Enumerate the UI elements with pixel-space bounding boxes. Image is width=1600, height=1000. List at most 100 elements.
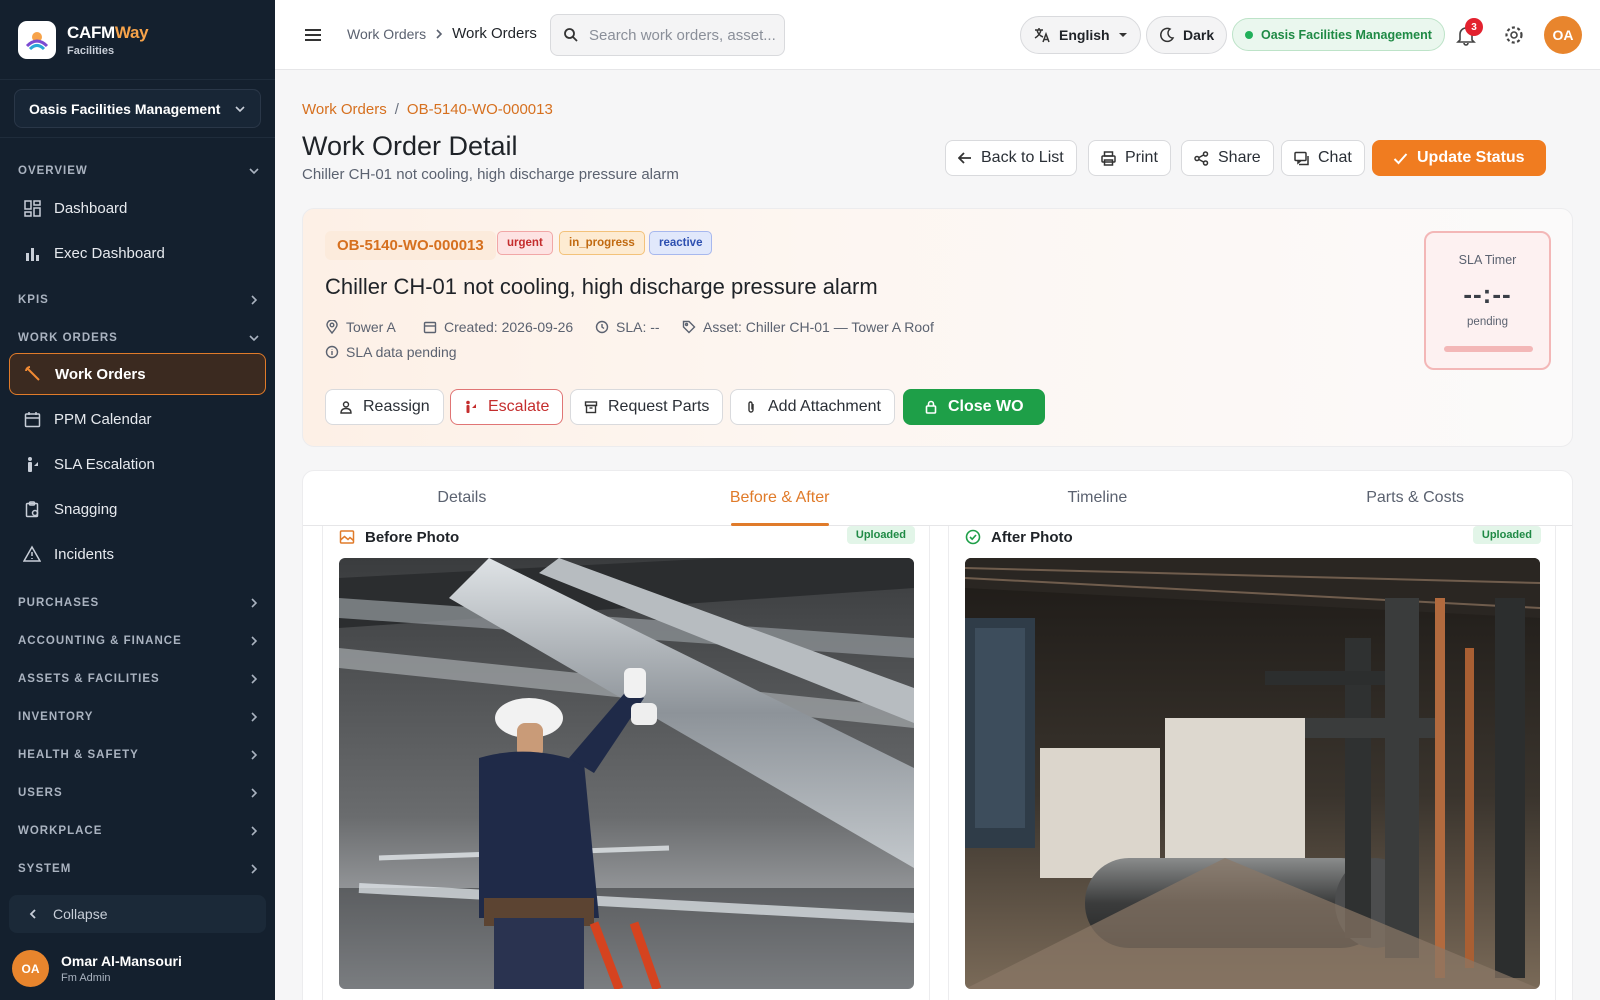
arrow-left-icon xyxy=(958,152,971,164)
sidebar-item-sla-escalation[interactable]: SLA Escalation xyxy=(9,443,266,485)
work-order-id: OB-5140-WO-000013 xyxy=(325,231,496,260)
chevron-right-icon xyxy=(251,750,258,760)
sla-progress-bar xyxy=(1444,346,1533,352)
nav-section-system[interactable]: SYSTEM xyxy=(18,863,260,875)
meta-asset: Asset: Chiller CH-01 — Tower A Roof xyxy=(682,319,934,335)
chevron-right-icon xyxy=(251,636,258,646)
sidebar-item-incidents[interactable]: Incidents xyxy=(9,533,266,575)
avatar[interactable]: OA xyxy=(1544,16,1582,54)
meta-sla-note: SLA data pending xyxy=(325,344,457,360)
escalation-icon xyxy=(22,454,42,474)
tab-details[interactable]: Details xyxy=(303,471,621,525)
tab-before-after[interactable]: Before & After xyxy=(621,471,939,525)
share-icon xyxy=(1194,150,1209,166)
add-attachment-button[interactable]: Add Attachment xyxy=(730,389,895,425)
brand-logo[interactable] xyxy=(18,20,56,59)
before-photo-image[interactable] xyxy=(339,558,914,989)
nav-section-accounting[interactable]: ACCOUNTING & FINANCE xyxy=(18,635,260,647)
sidebar-item-work-orders[interactable]: Work Orders xyxy=(9,353,266,395)
reassign-button[interactable]: Reassign xyxy=(325,389,444,425)
chevron-right-icon xyxy=(251,864,258,874)
tab-timeline[interactable]: Timeline xyxy=(939,471,1257,525)
request-parts-button[interactable]: Request Parts xyxy=(570,389,724,425)
sidebar-item-dashboard[interactable]: Dashboard xyxy=(9,187,266,229)
nav-section-overview[interactable]: OVERVIEW xyxy=(18,165,260,177)
after-upload-status-badge: Uploaded xyxy=(1472,526,1541,544)
brand: CAFMWay Facilities xyxy=(0,0,275,80)
org-selector[interactable]: Oasis Facilities Management xyxy=(14,89,261,128)
chevron-right-icon xyxy=(251,598,258,608)
translate-icon xyxy=(1034,28,1050,43)
sidebar-item-exec-dashboard[interactable]: Exec Dashboard xyxy=(9,232,266,274)
tab-bar: Details Before & After Timeline Parts & … xyxy=(303,471,1572,526)
gear-icon[interactable] xyxy=(1503,24,1525,46)
page-subtitle: Chiller CH-01 not cooling, high discharg… xyxy=(302,166,679,183)
before-photo-card: Before Photo Uploaded xyxy=(322,526,930,1000)
notification-count-badge: 3 xyxy=(1465,18,1483,36)
nav-section-work-orders[interactable]: WORK ORDERS xyxy=(18,332,260,344)
nav-section-users[interactable]: USERS xyxy=(18,787,260,799)
clock-icon xyxy=(595,320,609,334)
search-input[interactable] xyxy=(589,26,779,44)
nav-section-inventory[interactable]: INVENTORY xyxy=(18,711,260,723)
chevron-right-icon xyxy=(251,295,258,305)
image-icon xyxy=(339,530,355,544)
sidebar-item-snagging[interactable]: Snagging xyxy=(9,488,266,530)
theme-toggle[interactable]: Dark xyxy=(1146,16,1228,54)
printer-icon xyxy=(1101,150,1116,166)
tag-icon xyxy=(682,320,696,334)
menu-icon[interactable] xyxy=(303,25,323,45)
user-profile[interactable]: OA Omar Al-Mansouri Fm Admin xyxy=(12,950,182,987)
escalate-button[interactable]: Escalate xyxy=(450,389,564,425)
top-breadcrumb: Work Orders Work Orders xyxy=(347,25,537,42)
before-upload-status-badge: Uploaded xyxy=(846,526,915,544)
user-icon xyxy=(340,401,352,414)
user-name: Omar Al-Mansouri xyxy=(61,953,182,969)
chevron-down-icon xyxy=(249,335,259,342)
search-box[interactable] xyxy=(550,14,785,56)
org-selector-value: Oasis Facilities Management xyxy=(29,100,221,117)
crumb-parent[interactable]: Work Orders xyxy=(347,26,426,42)
nav-section-health-safety[interactable]: HEALTH & SAFETY xyxy=(18,749,260,761)
breadcrumb-id-link[interactable]: OB-5140-WO-000013 xyxy=(407,101,553,118)
priority-badge: urgent xyxy=(497,231,553,255)
after-photo-image[interactable] xyxy=(965,558,1540,989)
chat-button[interactable]: Chat xyxy=(1281,140,1365,176)
close-wo-button[interactable]: Close WO xyxy=(903,389,1045,425)
dashboard-icon xyxy=(22,198,42,218)
tab-parts-costs[interactable]: Parts & Costs xyxy=(1256,471,1572,525)
chevron-right-icon xyxy=(436,28,443,39)
sidebar-item-ppm-calendar[interactable]: PPM Calendar xyxy=(9,398,266,440)
user-role: Fm Admin xyxy=(61,972,111,984)
breadcrumb-separator: / xyxy=(394,101,399,118)
nav-section-assets[interactable]: ASSETS & FACILITIES xyxy=(18,673,260,685)
sla-timer-state: pending xyxy=(1467,316,1508,328)
chevron-right-icon xyxy=(251,712,258,722)
chevron-down-icon xyxy=(235,105,245,112)
breadcrumb-root-link[interactable]: Work Orders xyxy=(302,101,387,118)
print-button[interactable]: Print xyxy=(1088,140,1171,176)
chat-icon xyxy=(1294,151,1309,165)
org-status-badge[interactable]: Oasis Facilities Management xyxy=(1232,18,1445,51)
collapse-button[interactable]: Collapse xyxy=(9,895,266,933)
lock-icon xyxy=(925,400,937,414)
clipboard-icon xyxy=(22,499,42,519)
back-to-list-button[interactable]: Back to List xyxy=(945,140,1077,176)
nav-section-workplace[interactable]: WORKPLACE xyxy=(18,825,260,837)
sidebar: CAFMWay Facilities Oasis Facilities Mana… xyxy=(0,0,275,1000)
moon-icon xyxy=(1160,27,1175,43)
share-button[interactable]: Share xyxy=(1181,140,1274,176)
nav-section-kpis[interactable]: KPIS xyxy=(18,294,260,306)
chevron-left-icon xyxy=(29,909,36,919)
after-photo-title: After Photo xyxy=(991,528,1073,546)
location-pin-icon xyxy=(326,320,338,334)
update-status-button[interactable]: Update Status xyxy=(1372,140,1546,176)
chevron-right-icon xyxy=(251,826,258,836)
sla-timer-label: SLA Timer xyxy=(1458,253,1517,267)
calendar-icon xyxy=(22,409,42,429)
nav-section-purchases[interactable]: PURCHASES xyxy=(18,597,260,609)
sla-timer-value: --:-- xyxy=(1463,279,1512,309)
language-selector[interactable]: English xyxy=(1020,16,1141,54)
chevron-down-icon xyxy=(249,168,259,175)
detail-tabs-panel: Details Before & After Timeline Parts & … xyxy=(302,470,1573,1000)
